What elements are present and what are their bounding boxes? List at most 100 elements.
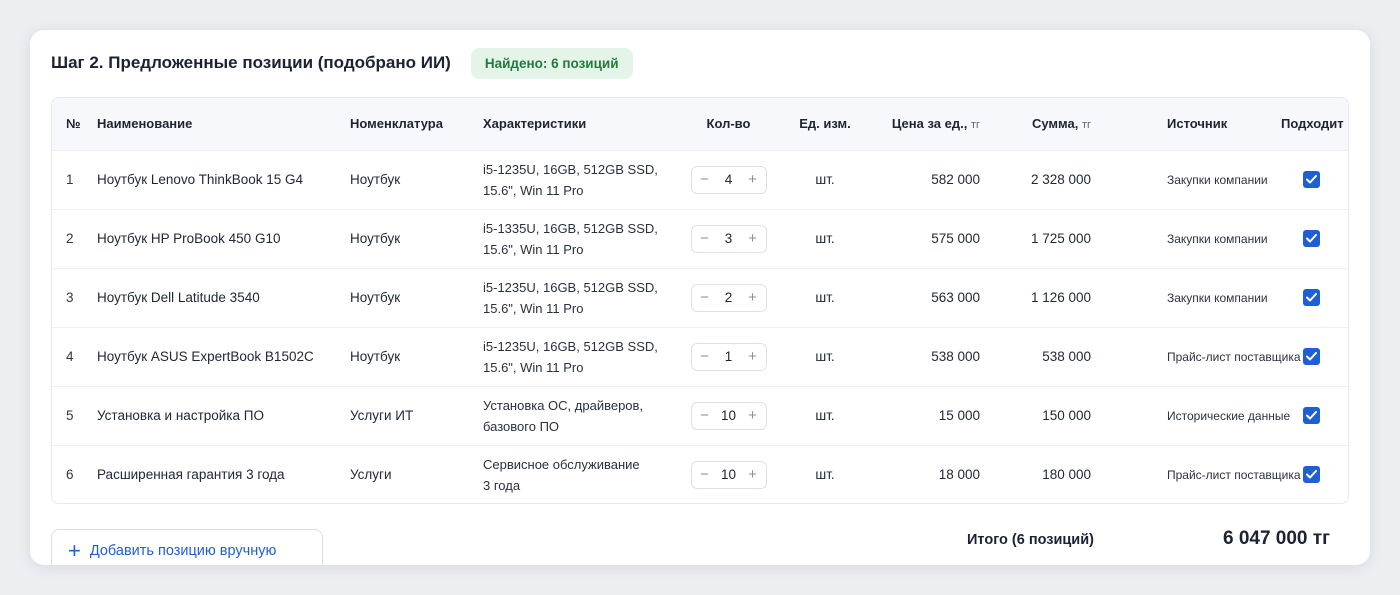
item-source-label: Закупки компании	[1167, 173, 1268, 187]
item-qty-cell: −3 +	[670, 209, 787, 268]
decrement-button[interactable]: −	[698, 172, 712, 187]
fits-checkbox[interactable]	[1303, 171, 1320, 188]
item-specs-line2: 15.6", Win 11 Pro	[483, 300, 584, 316]
quantity-stepper: −10 +	[690, 460, 767, 489]
item-sum: 150 000	[1042, 408, 1091, 423]
item-specs-line2: 15.6", Win 11 Pro	[483, 359, 584, 375]
item-sum: 1 126 000	[1030, 290, 1091, 305]
item-name: Расширенная гарантия 3 года	[97, 467, 285, 483]
item-sum: 180 000	[1042, 467, 1091, 483]
fits-checkbox[interactable]	[1303, 348, 1320, 365]
increment-button[interactable]: +	[746, 408, 760, 423]
plus-icon: +	[68, 538, 81, 563]
col-header-nomenclature: Номенклатура	[350, 116, 443, 132]
item-fits-cell	[1281, 150, 1348, 209]
item-qty-cell: −2 +	[670, 268, 787, 327]
row-number: 4	[66, 349, 74, 364]
total-label: Итого (6 позиций)	[967, 532, 1094, 548]
quantity-stepper: −2 +	[690, 283, 767, 312]
increment-button[interactable]: +	[745, 172, 759, 187]
item-name: Ноутбук HP ProBook 450 G10	[97, 231, 281, 246]
item-nomenclature: Ноутбук	[350, 231, 401, 246]
item-specs-line2: 3 года	[483, 477, 521, 493]
table-row: 3 Ноутбук Dell Latitude 3540 Ноутбук i5-123…	[52, 268, 1348, 327]
found-count-badge: Найдено: 6 позиций	[470, 47, 633, 79]
item-fits-cell	[1281, 209, 1348, 268]
item-source: Прайс-лист поставщика	[1129, 445, 1301, 503]
fits-checkbox[interactable]	[1303, 289, 1320, 306]
increment-button[interactable]: +	[746, 467, 760, 482]
fits-checkbox[interactable]	[1303, 466, 1320, 484]
item-unit: шт.	[815, 467, 835, 483]
checkmark-icon	[1306, 411, 1317, 420]
table-row: 2 Ноутбук HP ProBook 450 G10 Ноутбук i5-133…	[52, 209, 1348, 268]
total-value: 6 047 000 тг	[1222, 528, 1330, 549]
item-source: Прайс-лист поставщика	[1129, 327, 1301, 386]
col-header-name: Наименование	[97, 116, 193, 132]
col-header-specs: Характеристики	[483, 116, 587, 132]
item-nomenclature: Услуги	[350, 467, 392, 483]
quantity-value[interactable]: 3	[725, 231, 733, 246]
item-specs: i5-1335U, 16GB, 512GB SSD, 15.6", Win 11 …	[483, 209, 670, 268]
quantity-value[interactable]: 2	[725, 290, 733, 305]
item-nomenclature: Услуги ИТ	[350, 408, 414, 423]
item-price: 15 000	[938, 408, 980, 423]
item-fits-cell	[1281, 386, 1348, 445]
item-unit: шт.	[815, 408, 835, 423]
decrement-button[interactable]: −	[698, 349, 712, 364]
item-price: 538 000	[931, 349, 980, 364]
item-specs: Сервисное обслуживание 3 года	[483, 445, 670, 503]
item-specs-line1: i5-1235U, 16GB, 512GB SSD,	[483, 338, 658, 354]
col-header-price: Цена за ед., тг	[863, 98, 994, 150]
fits-checkbox[interactable]	[1303, 230, 1320, 247]
item-specs-line1: i5-1235U, 16GB, 512GB SSD,	[483, 161, 658, 177]
decrement-button[interactable]: −	[698, 290, 712, 305]
item-specs: i5-1235U, 16GB, 512GB SSD, 15.6", Win 11 …	[483, 150, 670, 209]
increment-button[interactable]: +	[745, 349, 759, 364]
item-nomenclature: Ноутбук	[350, 172, 401, 187]
fits-checkbox[interactable]	[1303, 407, 1320, 424]
col-header-source: Источник	[1167, 116, 1228, 132]
item-source: Закупки компании	[1129, 209, 1281, 268]
positions-table-wrapper: № Наименование Номенклатура Характеристи…	[51, 97, 1349, 504]
item-source-label: Закупки компании	[1167, 232, 1268, 246]
item-specs-line2: базового ПО	[483, 418, 560, 434]
table-row: 1 Ноутбук Lenovo ThinkBook 15 G4 Ноутбук i5…	[52, 150, 1348, 209]
item-source: Закупки компании	[1129, 150, 1281, 209]
checkmark-icon	[1306, 234, 1317, 243]
item-nomenclature: Ноутбук	[350, 290, 401, 305]
row-number: 6	[66, 467, 74, 483]
item-source-label: Исторические данные	[1167, 409, 1291, 423]
item-name: Ноутбук Lenovo ThinkBook 15 G4	[97, 172, 303, 187]
sum-header-label: Сумма,	[1031, 116, 1079, 132]
add-position-label: Добавить позицию вручную	[89, 543, 277, 559]
col-header-qty: Кол-во	[706, 116, 751, 132]
row-number: 3	[66, 290, 74, 305]
item-unit: шт.	[815, 290, 835, 305]
item-specs-line2: 15.6", Win 11 Pro	[483, 241, 584, 257]
decrement-button[interactable]: −	[698, 408, 712, 423]
item-nomenclature: Ноутбук	[350, 349, 401, 364]
table-body: 1 Ноутбук Lenovo ThinkBook 15 G4 Ноутбук i5…	[52, 150, 1348, 503]
col-header-unit: Ед. изм.	[799, 116, 851, 132]
decrement-button[interactable]: −	[698, 231, 712, 246]
quantity-value[interactable]: 10	[721, 408, 736, 423]
item-name: Установка и настройка ПО	[97, 408, 264, 423]
item-specs: i5-1235U, 16GB, 512GB SSD, 15.6", Win 11 …	[483, 268, 670, 327]
item-qty-cell: −10 +	[670, 386, 787, 445]
quantity-value[interactable]: 1	[725, 349, 733, 364]
item-source: Закупки компании	[1129, 268, 1281, 327]
checkmark-icon	[1306, 175, 1317, 184]
quantity-value[interactable]: 4	[725, 172, 733, 187]
add-position-button[interactable]: + Добавить позицию вручную	[51, 529, 323, 565]
increment-button[interactable]: +	[745, 290, 759, 305]
row-number: 1	[66, 172, 74, 187]
item-source-label: Закупки компании	[1167, 291, 1268, 305]
table-row: 6 Расширенная гарантия 3 года Услуги Сервис…	[52, 445, 1348, 503]
item-price: 563 000	[931, 290, 980, 305]
quantity-value[interactable]: 10	[721, 467, 736, 482]
decrement-button[interactable]: −	[698, 467, 712, 482]
section-header: Шаг 2. Предложенные позиции (подобрано И…	[51, 47, 633, 79]
increment-button[interactable]: +	[745, 231, 759, 246]
item-source: Исторические данные	[1129, 386, 1290, 445]
